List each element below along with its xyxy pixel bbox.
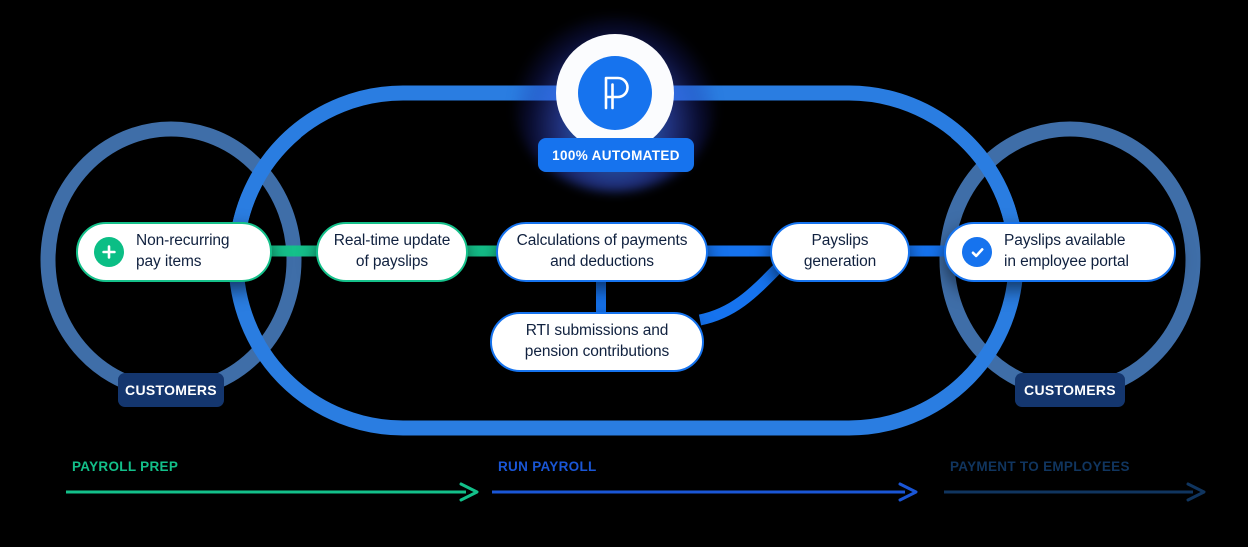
diagram-canvas: 100% AUTOMATED CUSTOMERS CUSTOMERS Non-r… <box>0 0 1248 547</box>
legend-arrow-payment-to-employees <box>944 482 1206 502</box>
legend-arrow-payroll-prep <box>66 482 479 502</box>
legend-arrow-run-payroll <box>492 482 918 502</box>
legend-arrows-layer <box>66 482 1206 502</box>
